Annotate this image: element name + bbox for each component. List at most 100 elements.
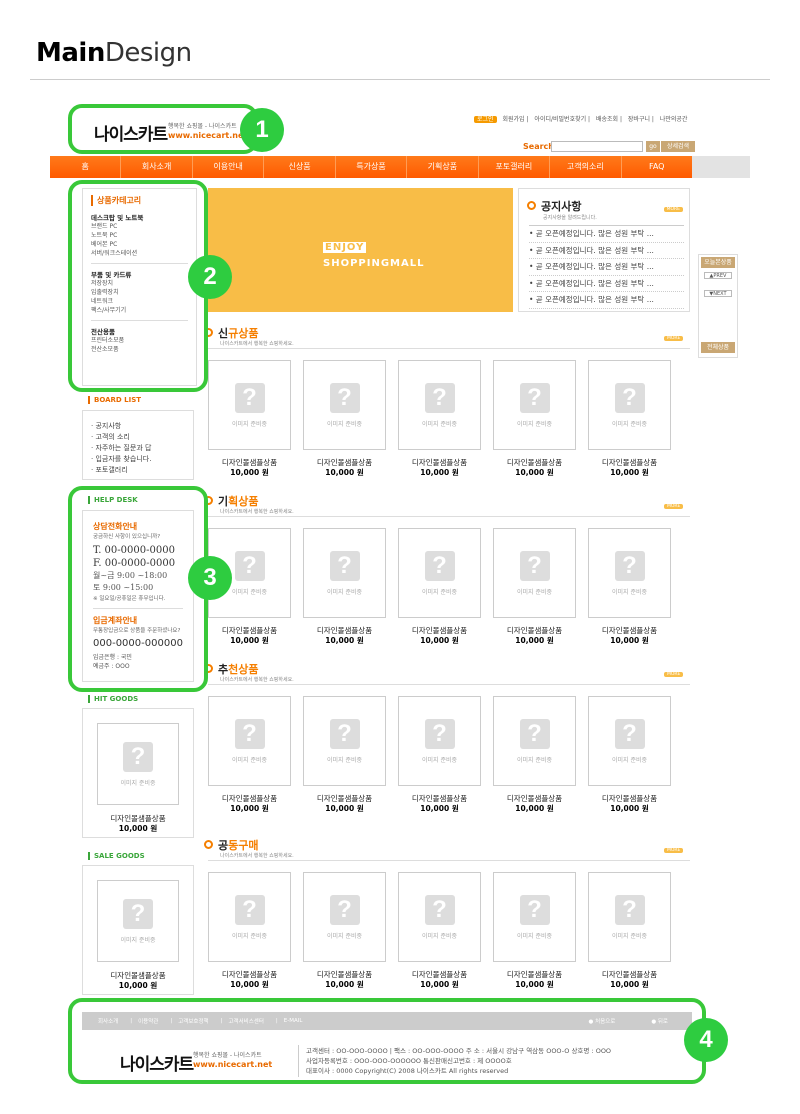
product-price: 10,000 원 bbox=[230, 468, 269, 477]
section-more-button[interactable]: MORE bbox=[664, 672, 684, 677]
callout-4: 4 bbox=[684, 1018, 728, 1062]
placeholder-icon: ? bbox=[519, 550, 550, 581]
product-image[interactable]: ? 이미지 준비중 bbox=[398, 360, 481, 450]
nav-new[interactable]: 신상품 bbox=[264, 156, 336, 178]
circle-icon bbox=[527, 201, 536, 210]
board-item[interactable]: · 자주하는 질문과 답 bbox=[91, 443, 185, 454]
search-go-button[interactable]: go bbox=[646, 141, 660, 152]
placeholder-text: 이미지 준비중 bbox=[231, 588, 268, 596]
section-more-button[interactable]: MORE bbox=[664, 504, 684, 509]
placeholder-icon: ? bbox=[123, 898, 153, 929]
placeholder-icon: ? bbox=[424, 894, 455, 925]
placeholder-text: 이미지 준비중 bbox=[231, 756, 268, 764]
product-image[interactable]: ? 이미지 준비중 bbox=[588, 360, 671, 450]
product-image[interactable]: ? 이미지 준비중 bbox=[493, 872, 576, 962]
recent-title: 오늘본상품 bbox=[701, 257, 735, 268]
placeholder-text: 이미지 준비중 bbox=[231, 932, 268, 940]
nav-home[interactable]: 홈 bbox=[50, 156, 122, 178]
section-more-button[interactable]: MORE bbox=[664, 336, 684, 341]
product-image[interactable]: ? 이미지 준비중 bbox=[493, 528, 576, 618]
callout-1: 1 bbox=[240, 108, 284, 152]
product-image[interactable]: ? 이미지 준비중 bbox=[208, 360, 291, 450]
divider bbox=[208, 684, 690, 685]
section-title-b: 규상품 bbox=[228, 327, 259, 340]
search-input[interactable] bbox=[551, 141, 643, 152]
product-price: 10,000 원 bbox=[118, 981, 158, 990]
placeholder-icon: ? bbox=[614, 894, 645, 925]
product-image[interactable]: ? 이미지 준비중 bbox=[493, 360, 576, 450]
login-link[interactable]: 로그인 bbox=[474, 116, 497, 123]
nav-voice[interactable]: 고객의소리 bbox=[550, 156, 622, 178]
product-image[interactable]: ? 이미지 준비중 bbox=[398, 528, 481, 618]
board-item[interactable]: · 입금자를 찾습니다. bbox=[91, 454, 185, 465]
product-image[interactable]: ? 이미지 준비중 bbox=[493, 696, 576, 786]
product-image[interactable]: ? 이미지 준비중 bbox=[303, 528, 386, 618]
notice-more-button[interactable]: MORE bbox=[663, 207, 683, 212]
nav-special[interactable]: 특가상품 bbox=[336, 156, 408, 178]
product-image[interactable]: ? 이미지 준비중 bbox=[588, 696, 671, 786]
nav-gallery[interactable]: 포토갤러리 bbox=[479, 156, 551, 178]
product-image[interactable]: ? 이미지 준비중 bbox=[208, 872, 291, 962]
placeholder-icon: ? bbox=[424, 550, 455, 581]
section-header: 신규상품 bbox=[204, 322, 259, 341]
advanced-search-button[interactable]: 상세검색 bbox=[661, 141, 695, 152]
product-price: 10,000 원 bbox=[610, 980, 649, 989]
cart-link[interactable]: 장바구니 bbox=[628, 116, 650, 123]
nav-planned[interactable]: 기획상품 bbox=[407, 156, 479, 178]
placeholder-text: 이미지 준비중 bbox=[120, 779, 156, 787]
prev-button[interactable]: ▲PREV bbox=[704, 272, 732, 279]
product-image[interactable]: ? 이미지 준비중 bbox=[97, 880, 179, 962]
section-more-button[interactable]: MORE bbox=[664, 848, 684, 853]
product-image[interactable]: ? 이미지 준비중 bbox=[398, 872, 481, 962]
product-price: 10,000 원 bbox=[610, 804, 649, 813]
placeholder-text: 이미지 준비중 bbox=[421, 932, 458, 940]
product-price: 10,000 원 bbox=[515, 468, 554, 477]
product-image[interactable]: ? 이미지 준비중 bbox=[303, 696, 386, 786]
product-image[interactable]: ? 이미지 준비중 bbox=[588, 528, 671, 618]
notice-subtitle: 공지사항을 알려드립니다. bbox=[543, 215, 597, 221]
nav-guide[interactable]: 이용안내 bbox=[193, 156, 265, 178]
nav-company[interactable]: 회사소개 bbox=[121, 156, 193, 178]
product-price: 10,000 원 bbox=[230, 636, 269, 645]
section-title-a: 기 bbox=[218, 495, 229, 508]
board-item[interactable]: · 포토갤러리 bbox=[91, 465, 185, 476]
product-price: 10,000 원 bbox=[420, 636, 459, 645]
join-link[interactable]: 회원가입 bbox=[502, 116, 524, 123]
product-image[interactable]: ? 이미지 준비중 bbox=[208, 696, 291, 786]
delivery-link[interactable]: 배송조회 bbox=[596, 116, 618, 123]
board-item[interactable]: · 공지사항 bbox=[91, 421, 185, 432]
all-products-button[interactable]: 전체상품 bbox=[701, 342, 735, 353]
placeholder-icon: ? bbox=[329, 550, 360, 581]
section-title-b: 동구매 bbox=[228, 839, 259, 852]
product-image[interactable]: ? 이미지 준비중 bbox=[398, 696, 481, 786]
find-id-link[interactable]: 아이디/비밀번호찾기 bbox=[534, 116, 586, 123]
product-image[interactable]: ? 이미지 준비중 bbox=[303, 872, 386, 962]
placeholder-icon: ? bbox=[234, 382, 265, 413]
notice-item[interactable]: • 곧 오픈예정입니다. 많은 성원 부탁 ... bbox=[529, 243, 684, 259]
notice-item[interactable]: • 곧 오픈예정입니다. 많은 성원 부탁 ... bbox=[529, 276, 684, 292]
nav-faq[interactable]: FAQ bbox=[622, 156, 692, 178]
board-item[interactable]: · 고객의 소리 bbox=[91, 432, 185, 443]
section-title-a: 공 bbox=[218, 839, 229, 852]
product-price: 10,000 원 bbox=[515, 980, 554, 989]
section-header: 기획상품 bbox=[204, 490, 259, 509]
notice-item[interactable]: • 곧 오픈예정입니다. 많은 성원 부탁 ... bbox=[529, 292, 684, 309]
notice-box: 공지사항 공지사항을 알려드립니다. MORE • 곧 오픈예정입니다. 많은 … bbox=[518, 188, 690, 312]
product-image[interactable]: ? 이미지 준비중 bbox=[588, 872, 671, 962]
notice-item[interactable]: • 곧 오픈예정입니다. 많은 성원 부탁 ... bbox=[529, 259, 684, 276]
placeholder-icon: ? bbox=[519, 382, 550, 413]
placeholder-text: 이미지 준비중 bbox=[611, 932, 648, 940]
section-subtitle: 나이스카트에서 행복한 쇼핑하세요. bbox=[220, 853, 294, 859]
placeholder-text: 이미지 준비중 bbox=[326, 756, 363, 764]
notice-list: • 곧 오픈예정입니다. 많은 성원 부탁 ... • 곧 오픈예정입니다. 많… bbox=[529, 225, 684, 309]
notice-item[interactable]: • 곧 오픈예정입니다. 많은 성원 부탁 ... bbox=[529, 226, 684, 243]
product-image[interactable]: ? 이미지 준비중 bbox=[97, 723, 179, 805]
page-heading: MainDesign bbox=[36, 38, 192, 68]
section-title-a: 신 bbox=[218, 327, 229, 340]
mypage-link[interactable]: 나만의공간 bbox=[660, 116, 688, 123]
product-price: 10,000 원 bbox=[515, 804, 554, 813]
product-image[interactable]: ? 이미지 준비중 bbox=[303, 360, 386, 450]
main-banner[interactable]: ENJOY SHOPPINGMALL bbox=[208, 188, 513, 312]
product-price: 10,000 원 bbox=[230, 804, 269, 813]
next-button[interactable]: ▼NEXT bbox=[704, 290, 732, 297]
